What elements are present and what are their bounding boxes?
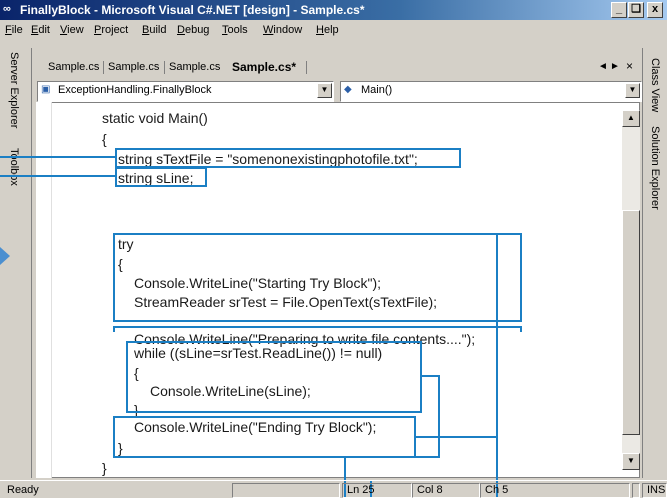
menu-help[interactable]: Help [316,24,339,36]
vertical-scrollbar[interactable]: ▲ ▼ [622,110,640,470]
menu-file[interactable]: File [5,24,23,36]
class-icon: ▣ [41,84,51,95]
status-bar: Ready Ln 25 Col 8 Ch 5 INS [0,480,667,498]
scroll-thumb[interactable] [622,210,640,435]
callout-line [416,436,498,438]
vs-app-icon[interactable]: ∞ [3,3,11,15]
callout-line [0,156,116,158]
highlight-while-loop [126,341,422,413]
close-tab-icon[interactable]: × [626,59,633,73]
chevron-down-icon[interactable]: ▼ [625,83,640,98]
highlight-preparing-line [113,326,522,332]
highlight-try-block [113,233,522,322]
document-tabs: Sample.cs Sample.cs Sample.cs Sample.cs*… [32,58,642,78]
highlight-textfile-line [115,148,461,168]
callout-line [344,456,440,458]
status-text: Ready [7,484,39,496]
right-tool-strip: Class View Solution Explorer [642,48,667,478]
toolbox-tab[interactable]: Toolbox [8,148,20,186]
tab-separator [164,61,165,74]
status-insert-mode: INS [642,483,667,498]
menu-debug[interactable]: Debug [177,24,209,36]
type-dropdown[interactable]: ▣ ExceptionHandling.FinallyBlock ▼ [37,81,334,102]
tab-separator [103,61,104,74]
highlight-ending-block [113,416,416,458]
menu-build[interactable]: Build [142,24,166,36]
menu-tools[interactable]: Tools [222,24,248,36]
editor-gutter [36,102,52,478]
tab-scroll-right-icon[interactable]: ► [610,61,620,72]
solution-explorer-tab[interactable]: Solution Explorer [649,126,661,210]
status-panel-empty [232,483,340,498]
highlight-sline-line [115,167,207,187]
class-view-tab[interactable]: Class View [649,58,661,112]
menu-view[interactable]: View [60,24,84,36]
code-line: static void Main() [102,110,208,126]
window-title: FinallyBlock - Microsoft Visual C#.NET [… [20,3,365,17]
maximize-button[interactable]: ❏ [628,2,644,18]
server-explorer-tab[interactable]: Server Explorer [8,52,20,128]
tab-scroll-left-icon[interactable]: ◄ [598,61,608,72]
menu-edit[interactable]: Edit [31,24,50,36]
menu-window[interactable]: Window [263,24,302,36]
type-dropdown-value: ExceptionHandling.FinallyBlock [58,84,212,96]
status-line: Ln 25 [342,483,412,498]
scroll-up-button[interactable]: ▲ [622,110,640,127]
status-char: Ch 5 [480,483,630,498]
tab-sample-active[interactable]: Sample.cs* [232,60,296,74]
scroll-down-button[interactable]: ▼ [622,453,640,470]
member-dropdown[interactable]: ◆ Main() ▼ [340,81,642,102]
tab-sample-3[interactable]: Sample.cs [169,61,220,73]
member-dropdown-value: Main() [361,84,393,96]
status-column: Col 8 [412,483,480,498]
tab-separator [306,61,307,74]
close-button[interactable]: x [647,2,663,18]
chevron-down-icon[interactable]: ▼ [317,83,332,98]
callout-line [438,375,440,456]
status-empty [632,483,640,498]
title-bar: ∞ FinallyBlock - Microsoft Visual C#.NET… [0,0,667,20]
menu-bar: File Edit View Project Build Debug Tools… [0,20,667,40]
code-line: } [102,460,107,476]
code-line: { [102,131,107,147]
callout-line [0,175,116,177]
callout-line [496,233,498,498]
tab-sample-2[interactable]: Sample.cs [108,61,159,73]
tab-sample-1[interactable]: Sample.cs [48,61,99,73]
minimize-button[interactable]: _ [611,2,627,18]
method-icon: ◆ [344,84,352,95]
callout-arrow [0,247,10,265]
menu-project[interactable]: Project [94,24,128,36]
